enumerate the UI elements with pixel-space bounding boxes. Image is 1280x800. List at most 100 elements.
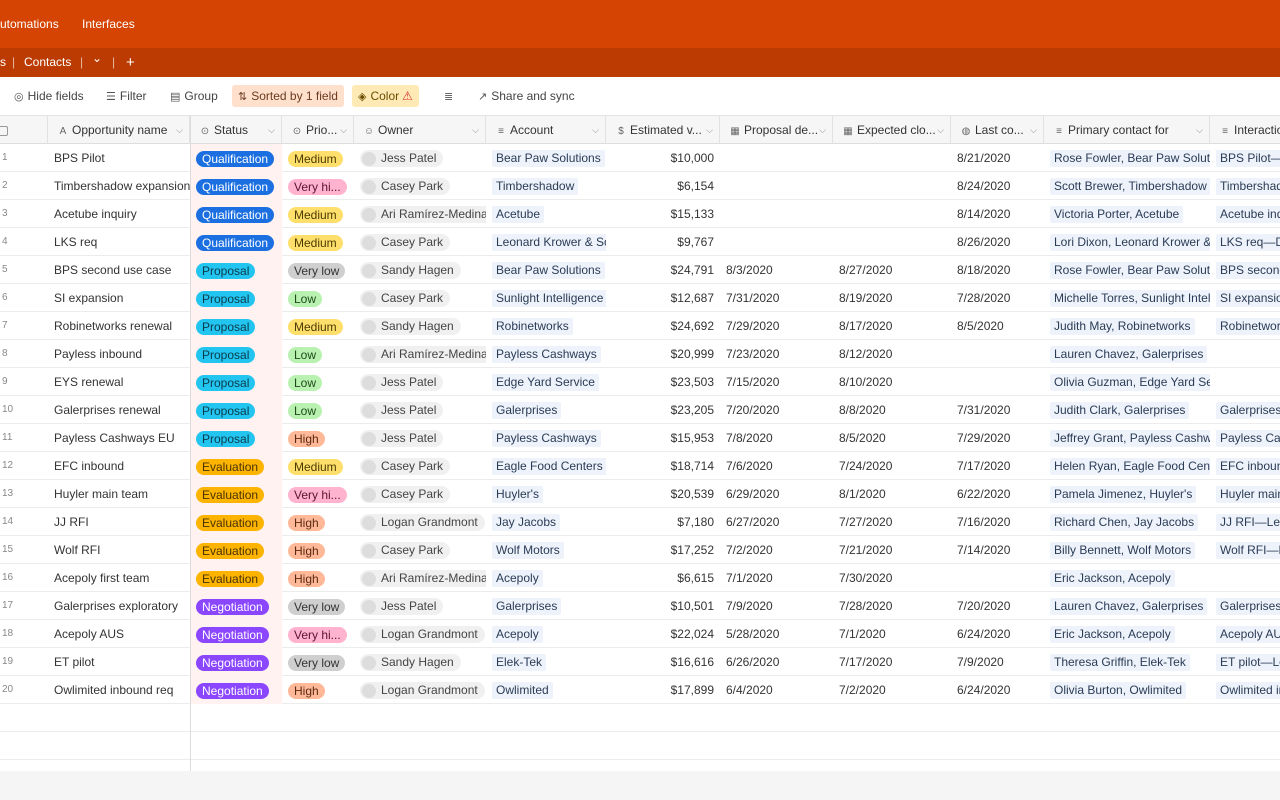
cell-account[interactable]: Payless Cashways: [486, 340, 606, 368]
table-row[interactable]: 9 EYS renewal Proposal Low Jess Patel Edge Ya…: [0, 368, 1280, 396]
cell-account[interactable]: Wolf Motors: [486, 536, 606, 564]
share-sync-button[interactable]: ↗ Share and sync: [472, 85, 581, 107]
cell-estimated-value[interactable]: $20,539: [606, 480, 720, 508]
cell-proposal-date[interactable]: 5/28/2020: [720, 620, 833, 648]
empty-row[interactable]: [0, 732, 1280, 760]
cell-priority[interactable]: Low: [282, 368, 354, 396]
cell-expected-close[interactable]: [833, 172, 951, 200]
cell-proposal-date[interactable]: 7/1/2020: [720, 564, 833, 592]
cell-priority[interactable]: High: [282, 424, 354, 452]
cell-last-contact[interactable]: 8/5/2020: [951, 312, 1044, 340]
cell-expected-close[interactable]: 8/12/2020: [833, 340, 951, 368]
cell-priority[interactable]: High: [282, 676, 354, 704]
table-row[interactable]: 13 Huyler main team Evaluation Very hi... Ca…: [0, 480, 1280, 508]
cell-owner[interactable]: Ari Ramírez-Medina: [354, 340, 486, 368]
cell-status[interactable]: Proposal: [190, 284, 282, 312]
cell-opportunity-name[interactable]: BPS Pilot: [48, 144, 190, 172]
cell-opportunity-name[interactable]: ET pilot: [48, 648, 190, 676]
cell-interactions[interactable]: BPS second: [1210, 256, 1280, 284]
sort-button[interactable]: ⇅ Sorted by 1 field: [232, 85, 344, 107]
cell-opportunity-name[interactable]: Payless inbound: [48, 340, 190, 368]
table-row[interactable]: 3 Acetube inquiry Qualification Medium Ari R…: [0, 200, 1280, 228]
column-header-primary-contact[interactable]: ≡ Primary contact for ⌵: [1044, 116, 1210, 144]
cell-expected-close[interactable]: [833, 200, 951, 228]
cell-priority[interactable]: High: [282, 508, 354, 536]
cell-status[interactable]: Qualification: [190, 144, 282, 172]
cell-account[interactable]: Jay Jacobs: [486, 508, 606, 536]
cell-account[interactable]: Bear Paw Solutions: [486, 144, 606, 172]
cell-proposal-date[interactable]: [720, 172, 833, 200]
cell-proposal-date[interactable]: 6/29/2020: [720, 480, 833, 508]
cell-last-contact[interactable]: 7/17/2020: [951, 452, 1044, 480]
cell-primary-contact[interactable]: Rose Fowler, Bear Paw Solution: [1044, 256, 1210, 284]
cell-proposal-date[interactable]: 8/3/2020: [720, 256, 833, 284]
cell-primary-contact[interactable]: Judith May, Robinetworks: [1044, 312, 1210, 340]
cell-expected-close[interactable]: 8/8/2020: [833, 396, 951, 424]
table-row[interactable]: 12 EFC inbound Evaluation Medium Casey Park E…: [0, 452, 1280, 480]
cell-owner[interactable]: Casey Park: [354, 172, 486, 200]
cell-priority[interactable]: Medium: [282, 312, 354, 340]
cell-primary-contact[interactable]: Jeffrey Grant, Payless Cashways: [1044, 424, 1210, 452]
cell-estimated-value[interactable]: $20,999: [606, 340, 720, 368]
cell-status[interactable]: Proposal: [190, 340, 282, 368]
cell-last-contact[interactable]: 8/14/2020: [951, 200, 1044, 228]
cell-interactions[interactable]: [1210, 564, 1280, 592]
cell-priority[interactable]: Medium: [282, 144, 354, 172]
cell-estimated-value[interactable]: $7,180: [606, 508, 720, 536]
tab-previous[interactable]: s: [0, 48, 6, 77]
cell-estimated-value[interactable]: $18,714: [606, 452, 720, 480]
cell-owner[interactable]: Logan Grandmont: [354, 508, 486, 536]
cell-proposal-date[interactable]: 7/31/2020: [720, 284, 833, 312]
tabs-chevron-down-icon[interactable]: ⌄: [92, 44, 102, 73]
cell-opportunity-name[interactable]: Payless Cashways EU: [48, 424, 190, 452]
cell-expected-close[interactable]: 7/2/2020: [833, 676, 951, 704]
cell-estimated-value[interactable]: $24,791: [606, 256, 720, 284]
cell-last-contact[interactable]: 8/18/2020: [951, 256, 1044, 284]
cell-opportunity-name[interactable]: Huyler main team: [48, 480, 190, 508]
color-button[interactable]: ◈ Color ⚠: [352, 85, 419, 107]
table-row[interactable]: 18 Acepoly AUS Negotiation Very hi... Logan …: [0, 620, 1280, 648]
cell-opportunity-name[interactable]: LKS req: [48, 228, 190, 256]
cell-expected-close[interactable]: 7/28/2020: [833, 592, 951, 620]
cell-interactions[interactable]: Payless Cash: [1210, 424, 1280, 452]
cell-primary-contact[interactable]: Rose Fowler, Bear Paw Solution: [1044, 144, 1210, 172]
table-row[interactable]: 2 Timbershadow expansion Qualification Very…: [0, 172, 1280, 200]
cell-primary-contact[interactable]: Michelle Torres, Sunlight Intelli: [1044, 284, 1210, 312]
cell-primary-contact[interactable]: Eric Jackson, Acepoly: [1044, 620, 1210, 648]
cell-interactions[interactable]: Owlimited in: [1210, 676, 1280, 704]
cell-priority[interactable]: Very hi...: [282, 620, 354, 648]
cell-last-contact[interactable]: 7/14/2020: [951, 536, 1044, 564]
cell-owner[interactable]: Ari Ramírez-Medina: [354, 564, 486, 592]
cell-estimated-value[interactable]: $23,503: [606, 368, 720, 396]
table-row[interactable]: 16 Acepoly first team Evaluation High Ari Ra…: [0, 564, 1280, 592]
cell-proposal-date[interactable]: [720, 200, 833, 228]
cell-owner[interactable]: Jess Patel: [354, 368, 486, 396]
column-header-opportunity-name[interactable]: A Opportunity name ⌵: [48, 116, 190, 144]
cell-priority[interactable]: High: [282, 564, 354, 592]
cell-owner[interactable]: Jess Patel: [354, 396, 486, 424]
cell-interactions[interactable]: Acetube inqu: [1210, 200, 1280, 228]
cell-interactions[interactable]: LKS req—De: [1210, 228, 1280, 256]
cell-estimated-value[interactable]: $24,692: [606, 312, 720, 340]
cell-primary-contact[interactable]: Judith Clark, Galerprises: [1044, 396, 1210, 424]
cell-interactions[interactable]: Galerprises e: [1210, 592, 1280, 620]
cell-owner[interactable]: Jess Patel: [354, 424, 486, 452]
cell-account[interactable]: Sunlight Intelligence: [486, 284, 606, 312]
cell-opportunity-name[interactable]: EFC inbound: [48, 452, 190, 480]
cell-proposal-date[interactable]: 7/6/2020: [720, 452, 833, 480]
cell-opportunity-name[interactable]: Timbershadow expansion: [48, 172, 190, 200]
cell-status[interactable]: Qualification: [190, 172, 282, 200]
add-table-button[interactable]: +: [126, 48, 135, 77]
cell-status[interactable]: Negotiation: [190, 620, 282, 648]
cell-proposal-date[interactable]: 6/26/2020: [720, 648, 833, 676]
column-header-status[interactable]: ⊙ Status ⌵: [190, 116, 282, 144]
cell-proposal-date[interactable]: 7/15/2020: [720, 368, 833, 396]
column-header-estimated-value[interactable]: $ Estimated v... ⌵: [606, 116, 720, 144]
table-row[interactable]: 20 Owlimited inbound req Negotiation High Lo…: [0, 676, 1280, 704]
cell-primary-contact[interactable]: Helen Ryan, Eagle Food Center: [1044, 452, 1210, 480]
filter-button[interactable]: ☰ Filter: [100, 85, 153, 107]
cell-account[interactable]: Galerprises: [486, 396, 606, 424]
table-row[interactable]: 10 Galerprises renewal Proposal Low Jess Pat…: [0, 396, 1280, 424]
cell-proposal-date[interactable]: [720, 228, 833, 256]
cell-estimated-value[interactable]: $12,687: [606, 284, 720, 312]
